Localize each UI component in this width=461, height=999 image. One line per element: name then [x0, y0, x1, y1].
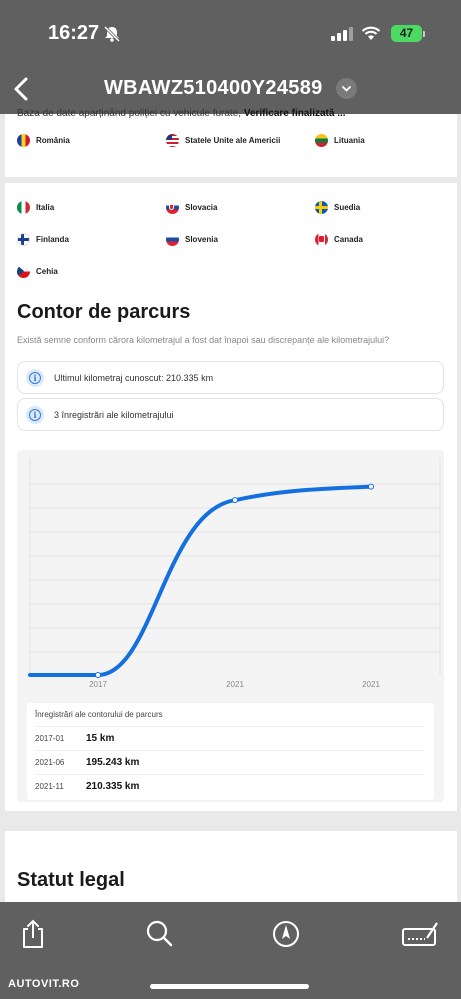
data-point	[368, 483, 374, 490]
odometer-title: Contor de parcurs	[17, 301, 191, 323]
record-date: 2021-06	[35, 757, 65, 767]
record-km: 210.335 km	[86, 780, 140, 792]
records-count-box: i 3 înregistrări ale kilometrajului	[17, 398, 444, 431]
odometer-subtitle: Există semne conform cărora kilometrajul…	[17, 335, 390, 345]
flag-slovakia-icon	[166, 201, 179, 214]
record-km: 195.243 km	[86, 756, 140, 768]
battery-tip	[423, 31, 425, 37]
partial-description: Baza de date aparținând poliției cu vehi…	[17, 108, 346, 119]
back-chevron-icon[interactable]	[8, 74, 38, 104]
info-icon: i	[26, 368, 44, 387]
odometer-records-table: Înregistrări ale contorului de parcurs 2…	[27, 703, 434, 800]
country-sweden: Suedia	[315, 201, 360, 214]
status-bar: 16:27 47	[0, 0, 461, 64]
info-icon: i	[26, 405, 44, 424]
edit-icon[interactable]	[401, 919, 439, 949]
country-romania: România	[17, 134, 70, 147]
country-slovakia: Slovacia	[166, 201, 217, 214]
table-row: 2021-06 195.243 km	[35, 750, 425, 773]
flag-finland-icon	[17, 233, 30, 246]
legal-title: Statut legal	[17, 869, 125, 891]
status-time: 16:27	[48, 22, 100, 44]
chevron-down-icon	[342, 86, 351, 92]
records-count-text: 3 înregistrări ale kilometrajului	[54, 409, 174, 420]
flag-czechia-icon	[17, 265, 30, 278]
flag-canada-icon	[315, 233, 328, 246]
vin-title: WBAWZ510400Y24589	[104, 77, 323, 99]
odometer-chart-panel: 2017 2021 2021 Înregistrări ale contorului…	[17, 450, 444, 802]
data-point	[95, 671, 101, 678]
flag-sweden-icon	[315, 201, 328, 214]
wifi-icon	[361, 26, 381, 40]
x-tick-label: 2017	[89, 680, 107, 689]
compass-icon[interactable]	[272, 919, 300, 949]
search-icon[interactable]	[145, 919, 173, 949]
legal-status-card: Statut legal	[5, 831, 457, 906]
watermark: AUTOVIT.RO	[8, 978, 80, 990]
series-line	[28, 484, 373, 677]
flag-italy-icon	[17, 201, 30, 214]
stolen-check-card: Baza de date aparținând poliției cu vehi…	[5, 108, 457, 177]
flag-usa-icon	[166, 134, 179, 147]
battery-indicator: 47	[391, 25, 422, 42]
home-indicator	[150, 984, 309, 989]
bell-off-icon	[103, 26, 121, 42]
country-canada: Canada	[315, 233, 363, 246]
table-row: 2021-11 210.335 km	[35, 774, 425, 797]
country-czechia: Cehia	[17, 265, 58, 278]
record-date: 2021-11	[35, 781, 64, 791]
flag-lithuania-icon	[315, 134, 328, 147]
country-slovenia: Slovenia	[166, 233, 218, 246]
share-icon[interactable]	[20, 919, 46, 949]
country-finland: Finlanda	[17, 233, 69, 246]
country-usa: Statele Unite ale Americii	[166, 134, 280, 147]
vin-dropdown-button[interactable]	[336, 78, 357, 99]
record-km: 15 km	[86, 732, 115, 744]
last-mileage-box: i Ultimul kilometraj cunoscut: 210.335 k…	[17, 361, 444, 394]
country-lithuania: Lituania	[315, 134, 365, 147]
table-row: 2017-01 15 km	[35, 726, 425, 749]
flag-slovenia-icon	[166, 233, 179, 246]
x-tick-label: 2021	[362, 680, 380, 689]
record-date: 2017-01	[35, 733, 65, 743]
flag-romania-icon	[17, 134, 30, 147]
x-tick-label: 2021	[226, 680, 244, 689]
data-point	[232, 497, 238, 504]
odometer-chart: 2017 2021 2021	[28, 458, 441, 689]
records-title: Înregistrări ale contorului de parcurs	[35, 710, 163, 719]
odometer-card: Italia Slovacia Suedia Finlanda Slovenia…	[5, 183, 457, 811]
nav-bar: WBAWZ510400Y24589	[0, 64, 461, 114]
signal-icon	[331, 27, 353, 41]
country-italy: Italia	[17, 201, 54, 214]
last-mileage-text: Ultimul kilometraj cunoscut: 210.335 km	[54, 372, 214, 383]
